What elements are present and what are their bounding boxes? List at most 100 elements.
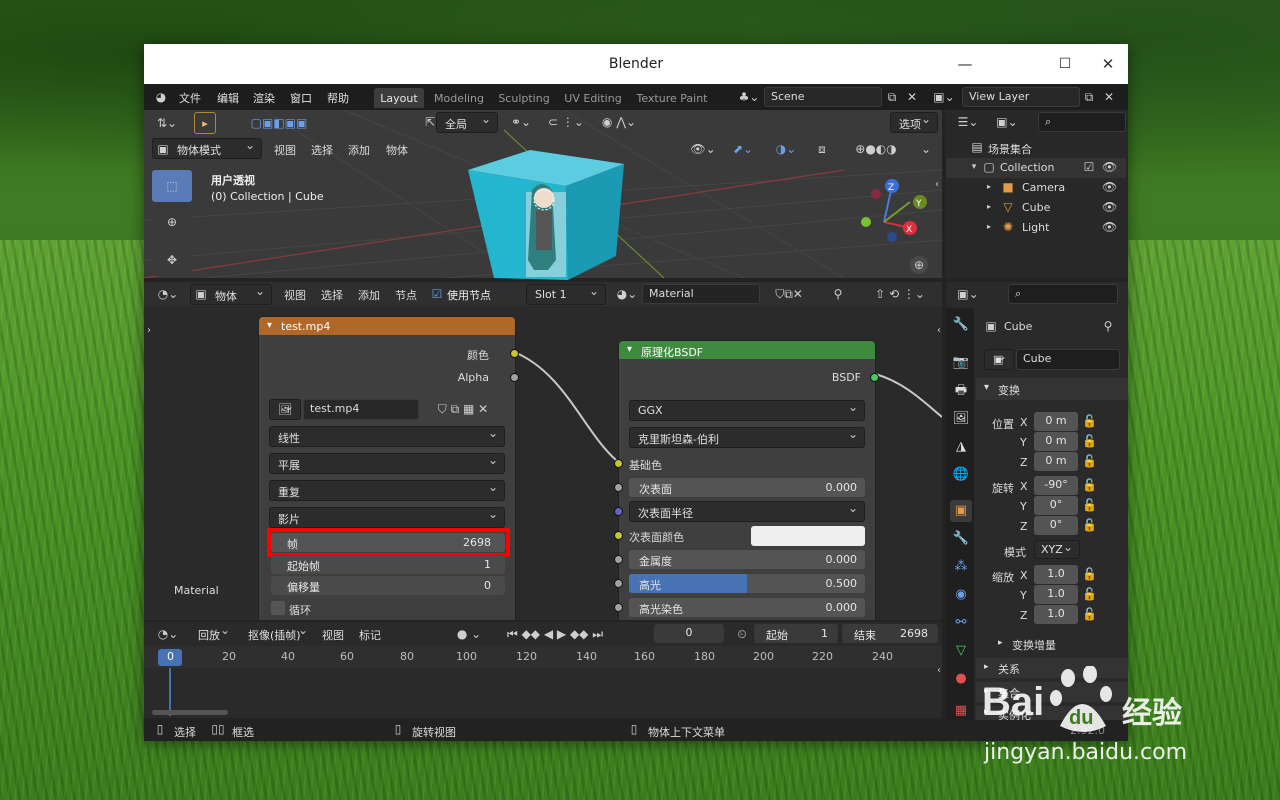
subsurface-method-dropdown[interactable]: 克里斯坦森-伯利 — [629, 427, 865, 448]
world-tab-icon[interactable]: 🌐 — [950, 464, 972, 486]
tab-uv-editing[interactable]: UV Editing — [562, 88, 624, 108]
expand-collection-icon[interactable]: ▾ — [968, 158, 980, 176]
subsurface-radius-dropdown[interactable]: 次表面半径 — [629, 501, 865, 522]
overlay-icon[interactable]: ◑⌄ — [768, 140, 804, 158]
principled-bsdf-node[interactable]: ▾ 原理化BSDF BSDF GGX 克里斯坦森-伯利 基础色 次表面 0.00… — [614, 340, 879, 620]
interpolation-dropdown[interactable]: 线性 — [269, 426, 505, 447]
timeline-menu-marker[interactable]: 标记 — [359, 627, 381, 643]
outliner-item-cube[interactable]: ▸ ▽ Cube 👁 — [946, 198, 1126, 218]
lock-rotation-y-icon[interactable]: 🔓 — [1082, 496, 1097, 514]
lock-location-x-icon[interactable]: 🔓 — [1082, 412, 1097, 430]
new-scene-icon[interactable]: ⧉ — [884, 88, 900, 106]
particles-tab-icon[interactable]: ⁂ — [950, 556, 972, 578]
constraints-tab-icon[interactable]: ⚯ — [950, 612, 972, 634]
scale-x-field[interactable]: 1.0 — [1034, 565, 1078, 584]
specular-socket[interactable] — [614, 579, 623, 588]
delete-scene-icon[interactable]: ✕ — [904, 88, 920, 106]
tool-move[interactable]: ✥ — [152, 244, 192, 276]
maximize-button[interactable]: ☐ — [1055, 54, 1075, 74]
navigation-gizmo[interactable]: Z Y X — [854, 176, 934, 252]
properties-search[interactable]: ⌕ — [1008, 284, 1118, 304]
collapse-image-node-icon[interactable]: ▾ — [267, 320, 272, 331]
subsurface-color-swatch[interactable] — [751, 526, 865, 546]
image-actions-icons[interactable]: ⛉ ⧉ ▦ ✕ — [421, 400, 505, 418]
output-tab-icon[interactable]: 🖶 — [950, 380, 972, 402]
outliner-collection[interactable]: ▾ ▢ Collection ☑ 👁 — [946, 158, 1126, 178]
timeline-scrollbar[interactable] — [152, 710, 228, 715]
timeline-menu-view[interactable]: 视图 — [322, 627, 344, 643]
scale-y-field[interactable]: 1.0 — [1034, 585, 1078, 604]
outliner-search[interactable]: ⌕ — [1038, 112, 1126, 132]
minimize-button[interactable]: — — [955, 54, 975, 74]
transform-panel-header[interactable]: ▾ 变换 — [976, 378, 1128, 400]
lock-location-y-icon[interactable]: 🔓 — [1082, 432, 1097, 450]
image-browse-dropdown[interactable]: 🖼 — [269, 399, 301, 420]
transform-tool-icon[interactable]: ⇅⌄ — [152, 114, 182, 132]
proportional-edit-icon[interactable]: ◉ ⋀⌄ — [596, 113, 642, 131]
transform-orientation-dropdown[interactable]: 全局 — [436, 112, 498, 133]
menu-help[interactable]: 帮助 — [327, 90, 349, 106]
subsurface-color-socket[interactable] — [614, 531, 623, 540]
end-frame-timeline-field[interactable]: 结束 2698 — [842, 624, 938, 643]
location-x-field[interactable]: 0 m — [1034, 412, 1078, 431]
subsurface-socket[interactable] — [614, 483, 623, 492]
data-tab-icon[interactable]: ▽ — [950, 640, 972, 662]
start-frame-field[interactable]: 起始帧 1 — [271, 555, 505, 574]
expand-camera-icon[interactable]: ▸ — [984, 178, 994, 196]
tab-texture-paint[interactable]: Texture Paint — [634, 88, 710, 108]
menu-file[interactable]: 文件 — [179, 90, 201, 106]
specular-tint-field[interactable]: 高光染色 0.000 — [629, 598, 865, 617]
base-color-socket[interactable] — [614, 459, 623, 468]
clock-icon[interactable]: ⏲ — [734, 625, 750, 643]
modifier-tab-icon[interactable]: 🔧 — [950, 528, 972, 550]
shading-dropdown-icon[interactable]: ⌄ — [918, 140, 934, 158]
specular-tint-socket[interactable] — [614, 603, 623, 612]
shading-icons[interactable]: ⊕●◐◑ — [838, 140, 914, 158]
keying-dropdown[interactable]: 抠像(插帧) — [240, 623, 314, 645]
select-mode-icons[interactable]: ▢▣◧▣▣ — [232, 114, 326, 132]
collapse-bsdf-node-icon[interactable]: ▾ — [627, 344, 632, 355]
viewport-menu-object[interactable]: 物体 — [386, 142, 408, 158]
lock-location-z-icon[interactable]: 🔓 — [1082, 452, 1097, 470]
specular-field[interactable]: 高光 0.500 — [629, 574, 865, 593]
timeline-ruler[interactable]: 0 20 40 60 80 100 120 140 160 180 200 22… — [144, 646, 942, 668]
lock-scale-z-icon[interactable]: 🔓 — [1082, 605, 1097, 623]
select-cursor-icon[interactable]: ▸ — [194, 112, 216, 134]
scene-field[interactable]: Scene — [764, 87, 882, 107]
render-tab-icon[interactable]: 📷 — [950, 352, 972, 374]
snap-icon[interactable]: ⊂ ⋮⌄ — [540, 113, 592, 131]
light-eye-icon[interactable]: 👁 — [1102, 218, 1117, 236]
zoom-icon[interactable]: ⊕ — [910, 256, 928, 274]
tab-layout[interactable]: Layout — [374, 88, 424, 108]
xray-icon[interactable]: ⧈ — [814, 140, 830, 158]
menu-edit[interactable]: 编辑 — [217, 90, 239, 106]
scale-z-field[interactable]: 1.0 — [1034, 605, 1078, 624]
rotation-mode-dropdown[interactable]: XYZ — [1034, 540, 1080, 559]
bsdf-node-header[interactable]: ▾ 原理化BSDF — [619, 341, 875, 359]
color-output-socket[interactable] — [510, 349, 519, 358]
expand-cube-icon[interactable]: ▸ — [984, 198, 994, 216]
tab-modeling[interactable]: Modeling — [432, 88, 486, 108]
view-layer-field[interactable]: View Layer — [962, 87, 1080, 107]
extension-dropdown[interactable]: 重复 — [269, 480, 505, 501]
image-name-field[interactable]: test.mp4 — [303, 399, 419, 420]
timeline[interactable]: ◔⌄ 回放 抠像(插帧) 视图 标记 ● ⌄ ⏮ ◆◆ ◀ ▶ ◆◆ ⏭ 0 ⏲… — [144, 622, 942, 718]
offset-field[interactable]: 偏移量 0 — [271, 576, 505, 595]
texture-tab-icon[interactable]: ▦ — [950, 700, 972, 722]
image-texture-node[interactable]: ▾ test.mp4 颜色 Alpha 🖼 test.mp4 ⛉ ⧉ ▦ ✕ 线… — [258, 316, 519, 620]
playback-dropdown[interactable]: 回放 — [190, 623, 236, 645]
tab-sculpting[interactable]: Sculpting — [494, 88, 554, 108]
object-browse-dropdown[interactable]: ▣ — [984, 349, 1014, 370]
image-node-header[interactable]: ▾ test.mp4 — [259, 317, 515, 335]
alpha-output-socket[interactable] — [510, 373, 519, 382]
timeline-sidebar-toggle-icon[interactable]: ‹ — [934, 662, 944, 680]
lock-scale-y-icon[interactable]: 🔓 — [1082, 585, 1097, 603]
collection-checkbox-icon[interactable]: ☑ — [1082, 158, 1096, 176]
projection-dropdown[interactable]: 平展 — [269, 453, 505, 474]
material-tab-icon[interactable]: ● — [950, 668, 972, 690]
timeline-type-icon[interactable]: ◔⌄ — [154, 625, 182, 643]
camera-eye-icon[interactable]: 👁 — [1102, 178, 1117, 196]
options-dropdown[interactable]: 选项 — [890, 112, 938, 133]
location-y-field[interactable]: 0 m — [1034, 432, 1078, 451]
tool-cursor[interactable]: ⊕ — [152, 206, 192, 238]
